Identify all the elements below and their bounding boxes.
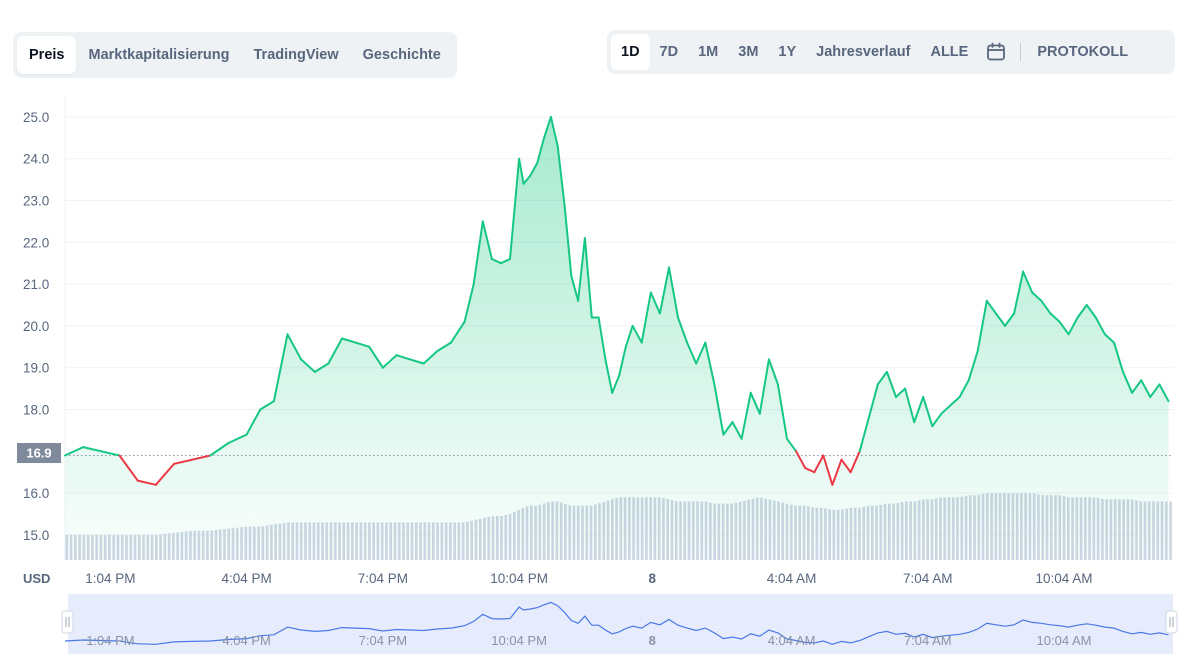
navigator-tick-label: 4:04 PM	[222, 633, 270, 648]
navigator-tick-label: 7:04 PM	[359, 633, 407, 648]
y-tick-label: 20.0	[23, 319, 49, 334]
volume-bar	[1169, 501, 1172, 560]
navigator-tick-label: 1:04 PM	[86, 633, 134, 648]
navigator-tick-label: 10:04 PM	[491, 633, 547, 648]
x-tick-label: 4:04 PM	[221, 571, 271, 586]
navigator-tick-label: 10:04 AM	[1037, 633, 1092, 648]
y-tick-label: 19.0	[23, 361, 49, 376]
y-tick-label: 23.0	[23, 194, 49, 209]
y-tick-label: 22.0	[23, 235, 49, 250]
y-tick-label: 25.0	[23, 110, 49, 125]
navigator-handle-right[interactable]	[1165, 610, 1178, 634]
y-tick-label: 15.0	[23, 528, 49, 543]
y-tick-label: 16.0	[23, 486, 49, 501]
y-tick-label: 18.0	[23, 403, 49, 418]
x-tick-label: 8	[649, 571, 657, 586]
baseline-badge: 16.9	[17, 443, 61, 463]
price-area-fill	[65, 116, 1169, 561]
x-tick-label: 7:04 PM	[358, 571, 408, 586]
x-tick-label: 10:04 AM	[1035, 571, 1092, 586]
navigator-tick-label: 4:04 AM	[768, 633, 816, 648]
y-tick-label: 24.0	[23, 152, 49, 167]
navigator-tick-label: 7:04 AM	[904, 633, 952, 648]
range-navigator[interactable]: 1:04 PM 4:04 PM 7:04 PM 10:04 PM 8 4:04 AM 7:0…	[61, 594, 1178, 654]
currency-label: USD	[23, 571, 50, 586]
baseline-badge-label: 16.9	[26, 446, 51, 461]
y-tick-label: 21.0	[23, 277, 49, 292]
x-tick-label: 10:04 PM	[490, 571, 548, 586]
x-tick-label: 4:04 AM	[767, 571, 817, 586]
navigator-tick-label: 8	[649, 633, 656, 648]
price-chart: 15.0 16.0 18.0 19.0 20.0 21.0 22.0 23.0 24.0 25.0…	[17, 96, 1178, 654]
y-axis: 15.0 16.0 18.0 19.0 20.0 21.0 22.0 23.0 24.0 25.0	[23, 110, 49, 543]
navigator-handle-left[interactable]	[61, 610, 74, 634]
x-tick-label: 7:04 AM	[903, 571, 953, 586]
x-tick-label: 1:04 PM	[85, 571, 135, 586]
x-axis: 1:04 PM 4:04 PM 7:04 PM 10:04 PM 8 4:04 AM 7:0…	[85, 571, 1092, 586]
